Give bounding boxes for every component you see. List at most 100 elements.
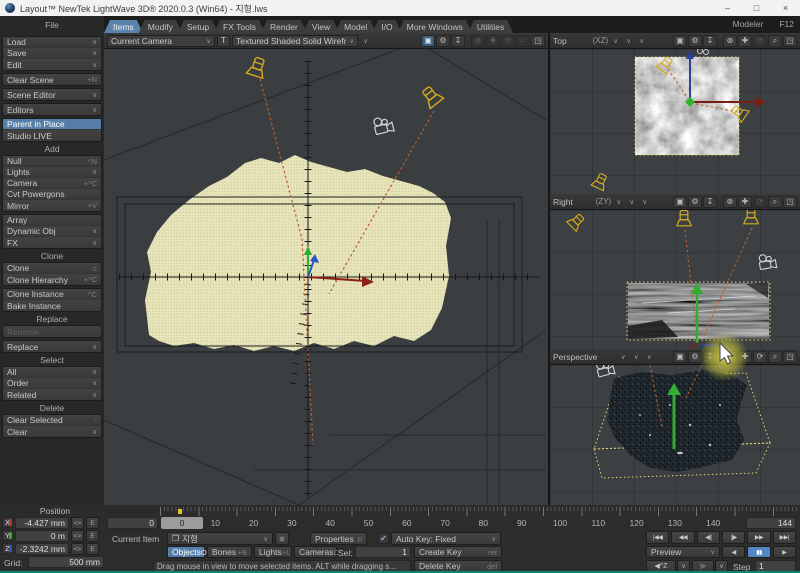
step-forward-button[interactable]: ||▶	[721, 531, 746, 544]
camera-view-select[interactable]: Current Camera ∨	[107, 34, 215, 47]
maximize-icon[interactable]: ◳	[782, 350, 797, 363]
sidebar-item-studio-live[interactable]: Studio LIVE	[3, 130, 101, 141]
tab-modify[interactable]: Modify	[139, 20, 182, 33]
spotlight-item[interactable]	[676, 210, 692, 227]
camera-item[interactable]	[757, 252, 778, 271]
export-icon[interactable]: ↧	[703, 195, 717, 208]
camera-item[interactable]	[594, 365, 616, 379]
photo-camera-icon[interactable]: ▣	[672, 350, 687, 363]
close-button[interactable]: ×	[771, 0, 800, 16]
spotlight-item[interactable]	[418, 83, 445, 110]
y-envelope-button[interactable]: E	[86, 530, 99, 542]
current-item-select[interactable]: ❒ 지형 ∨	[167, 532, 273, 545]
tab-setup[interactable]: Setup	[178, 20, 218, 33]
sidebar-item-clear-scene[interactable]: Clear Scene +N	[3, 74, 101, 85]
zoom-icon[interactable]: ⌕	[768, 195, 782, 208]
tab-items[interactable]: Items	[104, 20, 143, 33]
photo-camera-icon[interactable]: ▣	[421, 34, 435, 47]
view-select[interactable]: ∨	[626, 196, 637, 208]
tab-i-o[interactable]: I/O	[372, 20, 401, 33]
sidebar-item-array[interactable]: Array	[3, 215, 101, 226]
orbit-icon[interactable]: ⟳	[753, 195, 767, 208]
axis-select[interactable]: ∨	[618, 351, 629, 363]
sidebar-item-load[interactable]: Load ∨	[3, 37, 101, 48]
z-cycle-button[interactable]: <>	[71, 543, 84, 555]
y-position-field[interactable]: 0 m	[15, 530, 69, 542]
spotlight-item[interactable]	[743, 210, 759, 225]
terrain-object[interactable]	[145, 155, 451, 351]
prev-key-button[interactable]: ◀◀	[671, 531, 695, 544]
y-cycle-button[interactable]: <>	[71, 530, 84, 542]
play-reverse-button[interactable]: ◀	[722, 546, 746, 558]
spotlight-item[interactable]	[245, 55, 269, 79]
sidebar-item-lights[interactable]: Lights ∨	[3, 167, 101, 178]
main-viewport[interactable]	[104, 49, 548, 505]
item-type-bones-button[interactable]: Bones +B	[207, 546, 252, 558]
autokey-select[interactable]: Auto Key: Fixed ∨	[391, 532, 501, 545]
sidebar-item-clear-selected[interactable]: Clear Selected -	[3, 415, 101, 426]
sidebar-item-all[interactable]: All ∨	[3, 367, 101, 378]
next-key-button[interactable]: ▶▶	[747, 531, 771, 544]
perspective-viewport[interactable]	[548, 365, 800, 505]
step-back-button[interactable]: ◀||	[696, 531, 720, 544]
shading-extra-select[interactable]: ∨	[360, 35, 371, 47]
grid-size-field[interactable]: 500 mm	[28, 556, 104, 568]
orbit-icon[interactable]: ⟳	[501, 34, 515, 47]
tab-model[interactable]: Model	[335, 20, 376, 33]
pan-icon[interactable]: ✚	[486, 34, 500, 47]
zoom-icon[interactable]: ⌕	[768, 34, 782, 47]
goto-end-button[interactable]: ▶▶|	[772, 531, 796, 544]
axis-select[interactable]: ∨	[610, 35, 621, 47]
zoom-icon[interactable]: ⌕	[516, 34, 530, 47]
sidebar-item-save[interactable]: Save ∨	[3, 48, 101, 59]
tab-fx-tools[interactable]: FX Tools	[214, 20, 265, 33]
end-frame-field[interactable]: 144	[746, 517, 796, 529]
pause-button[interactable]: ▮▮	[747, 546, 771, 558]
minimize-button[interactable]: –	[713, 0, 742, 16]
terrain-heightmap[interactable]	[635, 57, 739, 155]
camera-item[interactable]	[697, 49, 709, 55]
sidebar-item-order[interactable]: Order ∨	[3, 378, 101, 389]
maximize-icon[interactable]: ◳	[783, 195, 797, 208]
export-icon[interactable]: ↧	[703, 34, 717, 47]
sidebar-item-dynamic-obj[interactable]: Dynamic Obj ∨	[3, 226, 101, 237]
item-type-objects-button[interactable]: Objects O	[167, 546, 207, 558]
modeler-link[interactable]: Modeler	[733, 19, 764, 29]
sidebar-item-edit[interactable]: Edit ∨	[3, 59, 101, 70]
rotate-icon[interactable]: ⊗	[471, 34, 485, 47]
timeline-ruler[interactable]	[160, 507, 798, 516]
timeline-slider[interactable]: 0	[161, 517, 203, 529]
sidebar-item-cvt-powergons[interactable]: Cvt Powergons	[3, 189, 101, 200]
sidebar-item-camera[interactable]: Camera +^C	[3, 178, 101, 189]
sidebar-item-editors[interactable]: Editors ∨	[3, 104, 101, 115]
create-key-button[interactable]: Create Key ret	[414, 546, 502, 558]
item-type-cameras-button[interactable]: Cameras C	[294, 546, 339, 558]
spotlight-item[interactable]	[590, 171, 611, 192]
gear-icon[interactable]: ⚙	[688, 195, 702, 208]
sidebar-item-mirror[interactable]: Mirror +V	[3, 200, 101, 211]
export-icon[interactable]: ↧	[451, 34, 465, 47]
sidebar-item-related[interactable]: Related ∨	[3, 389, 101, 400]
shading-select[interactable]: ∨	[644, 351, 655, 363]
start-frame-field[interactable]: 0	[107, 517, 158, 529]
tab-utilities[interactable]: Utilities	[468, 20, 513, 33]
x-position-field[interactable]: -4.427 mm	[15, 517, 69, 529]
tab-view[interactable]: View	[303, 20, 339, 33]
sidebar-item-clone-instance[interactable]: Clone Instance ^C	[3, 289, 101, 300]
view-select[interactable]: ∨	[631, 351, 642, 363]
sidebar-item-bake-instance[interactable]: Bake Instance	[3, 300, 101, 311]
photo-camera-icon[interactable]: ▣	[673, 34, 687, 47]
maximize-icon[interactable]: ◳	[783, 34, 797, 47]
orbit-icon[interactable]: ⟳	[753, 34, 767, 47]
z-position-field[interactable]: -2.3242 mm	[15, 543, 69, 555]
spotlight-item[interactable]	[566, 210, 588, 232]
item-list-button[interactable]: ⊞	[275, 532, 289, 545]
shading-toggle-button[interactable]: T	[217, 34, 230, 47]
gear-icon[interactable]: ⚙	[436, 34, 450, 47]
pan-icon[interactable]: ✚	[738, 195, 752, 208]
rotate-icon[interactable]: ⊗	[723, 34, 737, 47]
gear-icon[interactable]: ⚙	[688, 34, 702, 47]
sidebar-item-clone-hierarchy[interactable]: Clone Hierarchy +^C	[3, 274, 101, 285]
goto-start-button[interactable]: |◀◀	[646, 531, 670, 544]
properties-button[interactable]: Properties p	[310, 532, 367, 545]
